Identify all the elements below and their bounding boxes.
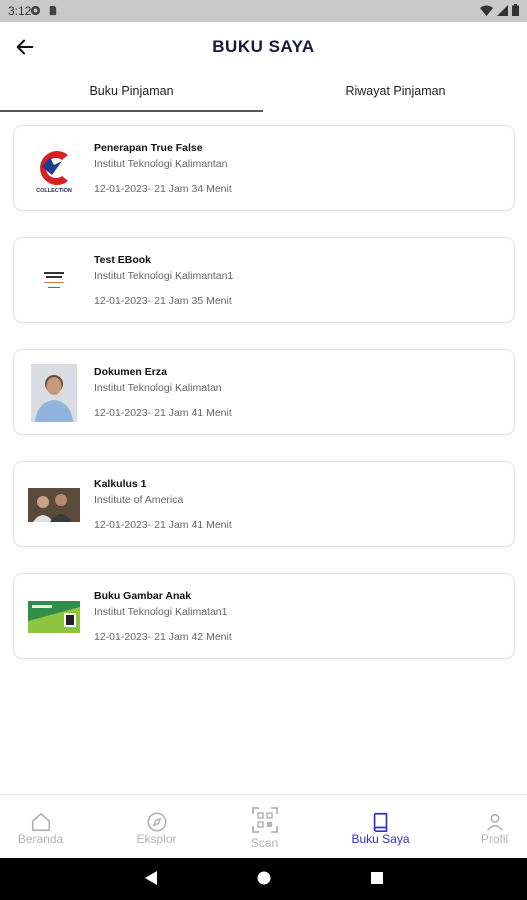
nav-buku-saya[interactable]: Buku Saya <box>328 795 433 859</box>
book-institution: Institut Teknologi Kalimantan <box>94 158 228 170</box>
book-icon <box>373 812 388 832</box>
system-recents-icon[interactable] <box>370 870 384 886</box>
group-photo-image <box>28 488 80 522</box>
nav-scan[interactable]: Scan <box>212 795 317 859</box>
battery-icon <box>512 4 519 16</box>
book-card[interactable]: Test EBook Institut Teknologi Kalimantan… <box>13 237 515 323</box>
book-cover <box>28 588 80 646</box>
book-card[interactable]: Buku Gambar Anak Institut Teknologi Kali… <box>13 573 515 659</box>
book-card[interactable]: Kalkulus 1 Institute of America 12-01-20… <box>13 461 515 547</box>
book-title: Buku Gambar Anak <box>94 590 192 602</box>
book-cover <box>28 252 80 310</box>
nav-eksplor[interactable]: Eksplor <box>104 795 209 859</box>
qr-scan-icon <box>252 807 278 833</box>
collection-logo-image: COLLECTION <box>36 151 72 194</box>
book-cover <box>28 476 80 534</box>
status-bar: 3:12 <box>0 0 527 22</box>
ebook-cover-image <box>34 266 74 296</box>
system-navigation-bar <box>0 858 527 900</box>
notification-icon <box>30 5 41 16</box>
card-cover-image <box>28 601 80 633</box>
nav-beranda[interactable]: Beranda <box>0 795 93 859</box>
cover-logo-text: COLLECTION <box>36 188 72 194</box>
wifi-icon <box>480 5 493 16</box>
book-date: 12-01-2023- 21 Jam 35 Menit <box>94 295 232 307</box>
system-home-icon[interactable] <box>257 870 271 886</box>
nav-label: Profil <box>480 832 509 846</box>
book-card[interactable]: Dokumen Erza Institut Teknologi Kalimata… <box>13 349 515 435</box>
sd-card-icon <box>49 5 57 16</box>
nav-label: Beranda <box>17 832 64 846</box>
bottom-navigation: Beranda Eksplor Scan Buku Saya Profil <box>0 794 527 858</box>
tab-buku-pinjaman[interactable]: Buku Pinjaman <box>0 76 263 112</box>
system-back-icon[interactable] <box>144 870 158 886</box>
nav-label: Scan <box>250 836 279 850</box>
portrait-photo-image <box>31 364 77 422</box>
book-institution: Institut Teknologi Kalimantan1 <box>94 270 234 282</box>
book-institution: Institut Teknologi Kalimatan <box>94 382 222 394</box>
book-cover <box>28 364 80 422</box>
book-date: 12-01-2023- 21 Jam 34 Menit <box>94 183 232 195</box>
person-icon <box>487 813 503 831</box>
page-title: BUKU SAYA <box>212 37 315 56</box>
book-title: Penerapan True False <box>94 142 203 154</box>
compass-icon <box>147 812 167 832</box>
home-icon <box>31 812 51 832</box>
book-date: 12-01-2023- 21 Jam 41 Menit <box>94 407 232 419</box>
nav-profil[interactable]: Profil <box>442 795 527 859</box>
app-bar: BUKU SAYA <box>0 22 527 72</box>
book-card[interactable]: COLLECTION Penerapan True False Institut… <box>13 125 515 211</box>
status-time: 3:12 <box>8 4 32 18</box>
tab-bar: Buku Pinjaman Riwayat Pinjaman <box>0 76 527 112</box>
nav-label: Eksplor <box>136 832 177 846</box>
book-date: 12-01-2023- 21 Jam 42 Menit <box>94 631 232 643</box>
tab-riwayat-pinjaman[interactable]: Riwayat Pinjaman <box>264 76 527 112</box>
book-institution: Institute of America <box>94 494 184 506</box>
book-cover: COLLECTION <box>28 140 80 198</box>
book-title: Kalkulus 1 <box>94 478 147 490</box>
book-institution: Institut Teknologi Kalimatan1 <box>94 606 228 618</box>
book-title: Test EBook <box>94 254 151 266</box>
nav-label: Buku Saya <box>351 832 410 846</box>
book-title: Dokumen Erza <box>94 366 167 378</box>
signal-icon <box>497 4 508 16</box>
book-date: 12-01-2023- 21 Jam 41 Menit <box>94 519 232 531</box>
